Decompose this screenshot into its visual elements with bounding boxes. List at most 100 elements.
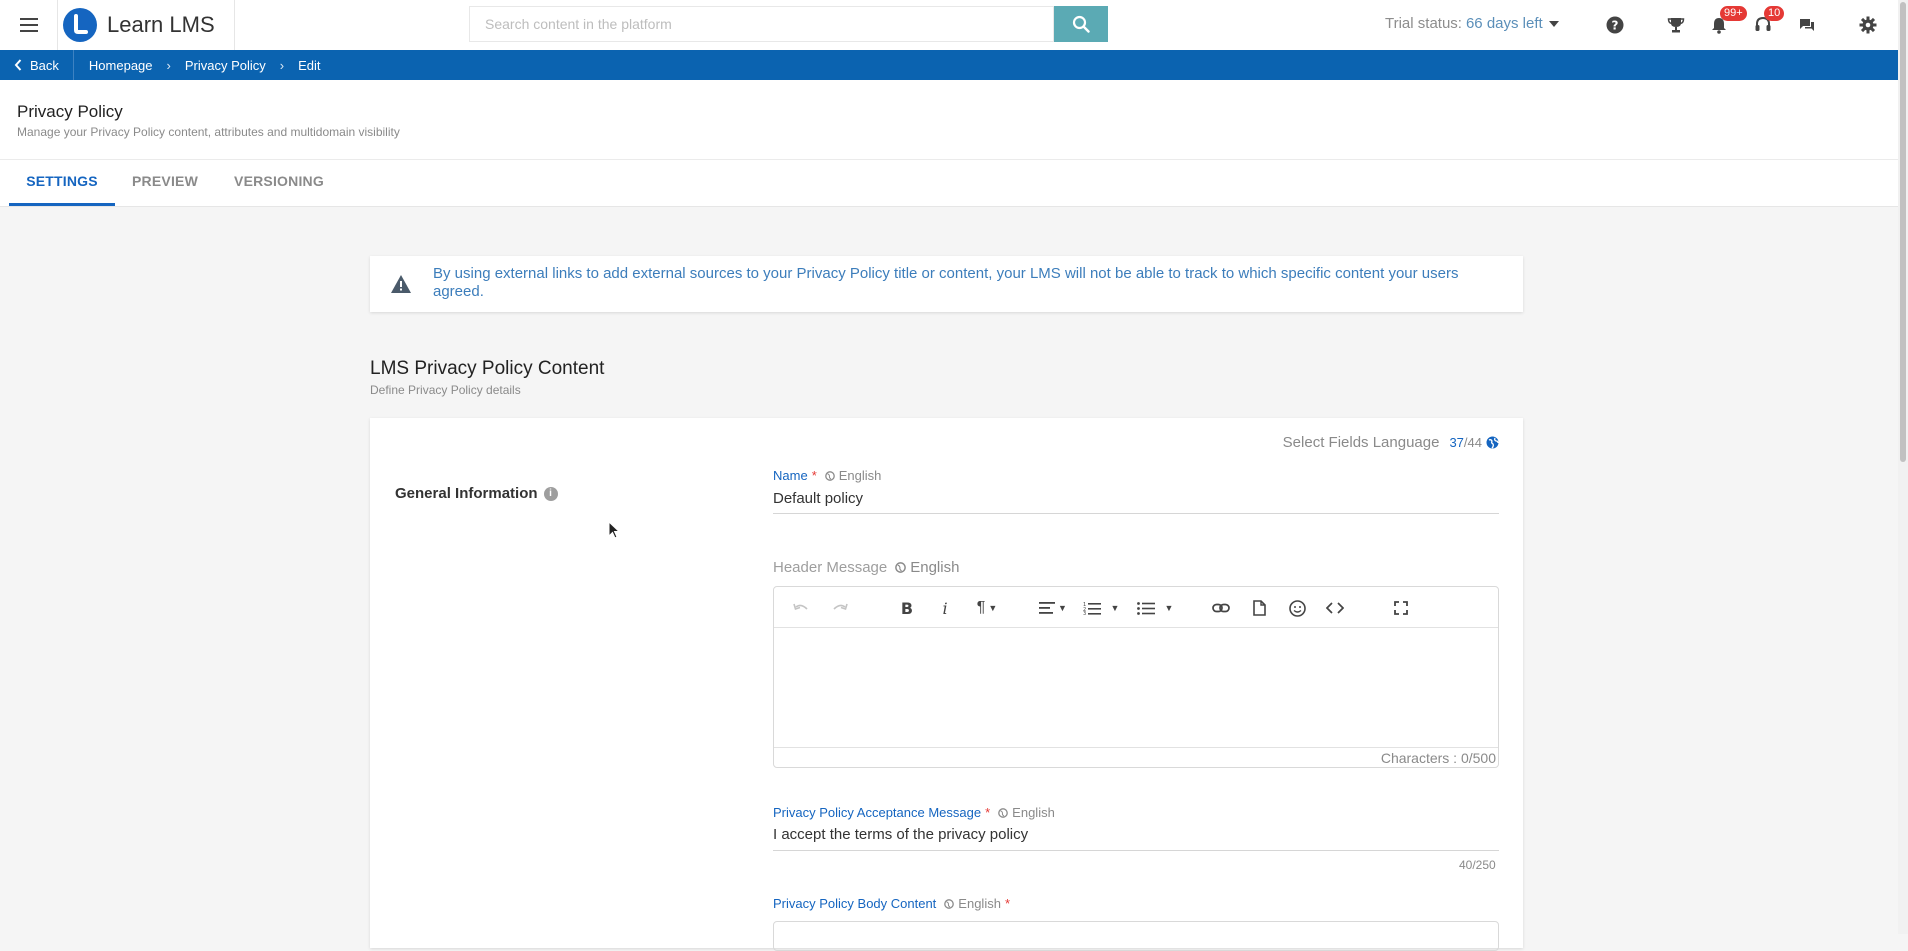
field-language-label: English [838, 468, 882, 483]
trial-days-left: 66 days left [1465, 15, 1543, 32]
caret-down-icon: ▼ [1110, 603, 1120, 613]
messages-badge: 10 [1764, 6, 1785, 21]
external-links-warning: By using external links to add external … [370, 256, 1523, 312]
link-icon [1212, 603, 1230, 613]
select-fields-language[interactable]: Select Fields Language 37/44 [1283, 434, 1499, 451]
required-marker: * [985, 805, 991, 820]
chat-icon [1800, 19, 1814, 31]
name-input[interactable]: Default policy [773, 490, 863, 507]
file-icon [1252, 600, 1266, 616]
name-field-label: Name * English [773, 468, 881, 483]
language-count-current: 37 [1449, 435, 1464, 450]
back-label: Back [30, 57, 59, 73]
caret-down-icon: ▼ [1058, 603, 1067, 613]
page-title: Privacy Policy [17, 102, 123, 121]
support-button[interactable]: 10 [1750, 6, 1785, 38]
globe-icon [998, 807, 1009, 818]
bold-button[interactable]: B [896, 597, 918, 619]
svg-text:3: 3 [1083, 611, 1086, 615]
search-input[interactable] [470, 7, 1053, 41]
acceptance-message-label: Privacy Policy Acceptance Message * Engl… [773, 805, 1055, 820]
globe-icon [944, 898, 955, 909]
language-count-total: /44 [1463, 435, 1482, 450]
achievements-button[interactable] [1663, 12, 1689, 38]
editor-toolbar: B i ¶ ▼ ▼ 123 ▼ ▼ [774, 587, 1498, 628]
ordered-list-button[interactable]: 123 [1080, 597, 1104, 619]
page-header: Privacy Policy Manage your Privacy Polic… [0, 80, 1898, 160]
editor-content-area[interactable] [774, 628, 1498, 747]
notifications-badge: 99+ [1720, 6, 1747, 21]
align-dropdown[interactable]: ▼ [1036, 597, 1070, 619]
page-scrollbar[interactable] [1898, 0, 1908, 934]
field-language-label: English [958, 896, 1001, 911]
globe-icon [1486, 436, 1499, 449]
header-message-editor: B i ¶ ▼ ▼ 123 ▼ ▼ Characters : 0/500 [773, 586, 1499, 768]
chevron-right-icon: › [279, 57, 285, 73]
tab-versioning[interactable]: VERSIONING [226, 160, 332, 206]
bullet-list-icon [1137, 602, 1155, 615]
trial-status-dropdown[interactable]: Trial status: 66 days left [1385, 15, 1559, 32]
ordered-list-options[interactable]: ▼ [1110, 597, 1120, 619]
italic-button[interactable]: i [934, 597, 956, 619]
acceptance-char-counter: 40/250 [1459, 858, 1496, 872]
chat-button[interactable] [1794, 12, 1820, 38]
bullet-list-options[interactable]: ▼ [1164, 597, 1174, 619]
search-button[interactable] [1054, 6, 1108, 42]
insert-emoji-button[interactable] [1286, 597, 1308, 619]
trial-status-label: Trial status: [1385, 15, 1462, 32]
undo-icon [793, 603, 808, 611]
input-underline [773, 850, 1499, 851]
caret-down-icon [1548, 20, 1559, 27]
body-content-label: Privacy Policy Body Content English * [773, 896, 1010, 911]
app-logo[interactable]: Learn LMS [63, 8, 215, 42]
field-language: English [824, 468, 882, 483]
fullscreen-button[interactable] [1390, 597, 1412, 619]
required-marker: * [811, 468, 817, 483]
settings-button[interactable] [1855, 12, 1881, 38]
group-title: General Information [395, 485, 538, 502]
mouse-cursor-icon [608, 521, 620, 539]
redo-icon [833, 603, 848, 611]
acceptance-message-input[interactable]: I accept the terms of the privacy policy [773, 826, 1028, 843]
emoji-icon [1288, 599, 1306, 617]
paragraph-format-dropdown[interactable]: ¶ ▼ [970, 597, 1004, 619]
insert-file-button[interactable] [1248, 597, 1270, 619]
section-subtitle: Define Privacy Policy details [370, 383, 521, 397]
app-name: Learn LMS [107, 12, 215, 37]
align-left-icon [1039, 602, 1056, 614]
body-content-editor[interactable] [773, 921, 1499, 951]
italic-icon: i [942, 598, 948, 618]
help-button[interactable]: ? [1602, 12, 1628, 38]
tab-settings[interactable]: SETTINGS [9, 160, 115, 206]
field-language: English [895, 559, 959, 576]
bullet-list-button[interactable] [1134, 597, 1158, 619]
acceptance-label: Privacy Policy Acceptance Message [773, 805, 982, 820]
character-count: Characters : 0/500 [774, 747, 1498, 767]
code-view-button[interactable] [1324, 597, 1346, 619]
field-language-label: English [1012, 805, 1055, 820]
code-icon [1326, 602, 1344, 614]
header-message-label-text: Header Message [773, 559, 888, 576]
scrollbar-thumb[interactable] [1900, 2, 1906, 462]
menu-icon [19, 18, 38, 32]
language-count: 37/44 [1449, 435, 1482, 450]
back-button[interactable]: Back [0, 50, 74, 80]
caret-down-icon: ▼ [988, 603, 998, 613]
input-underline [773, 513, 1499, 514]
top-bar: Learn LMS Trial status: 66 days left ? 9… [0, 0, 1898, 51]
redo-button[interactable] [829, 597, 851, 619]
field-language-label: English [910, 559, 960, 576]
breadcrumb-item-privacy-policy[interactable]: Privacy Policy › [185, 58, 284, 73]
svg-text:?: ? [1612, 19, 1619, 33]
tab-preview[interactable]: PREVIEW [124, 160, 206, 206]
caret-down-icon: ▼ [1164, 603, 1174, 613]
breadcrumb-item-homepage[interactable]: Homepage › [89, 58, 171, 73]
hamburger-menu-button[interactable] [0, 0, 58, 50]
undo-button[interactable] [790, 597, 812, 619]
field-language: English [944, 896, 1001, 911]
notifications-button[interactable]: 99+ [1706, 6, 1747, 38]
insert-link-button[interactable] [1210, 597, 1232, 619]
info-icon[interactable]: i [543, 486, 558, 501]
chevron-right-icon: › [166, 57, 171, 73]
field-language: English [998, 805, 1055, 820]
